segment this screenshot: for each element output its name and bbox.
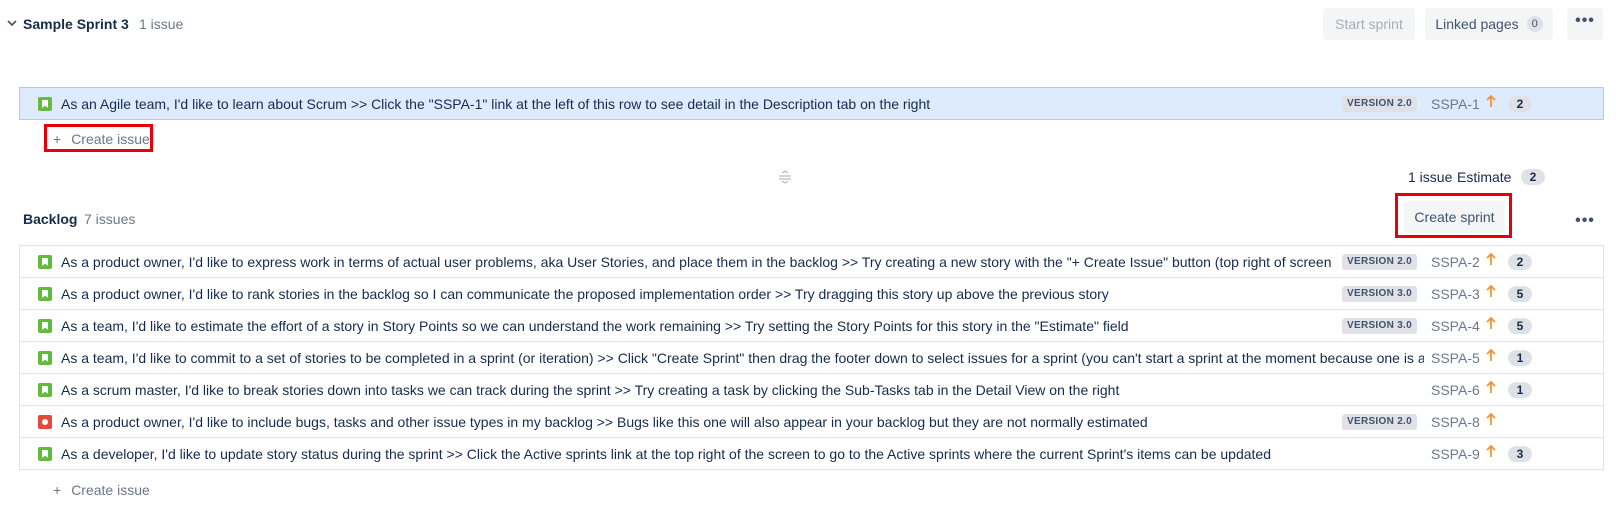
- story-points-badge: 2: [1508, 254, 1532, 270]
- issue-row[interactable]: As a team, I'd like to commit to a set o…: [19, 341, 1604, 374]
- sprint-issue-list: As an Agile team, I'd like to learn abou…: [19, 87, 1604, 120]
- issue-summary: As a product owner, I'd like to express …: [61, 254, 1331, 270]
- issue-key[interactable]: SSPA-3: [1431, 286, 1480, 302]
- priority-high-icon: [1486, 316, 1496, 329]
- issue-row[interactable]: As a product owner, I'd like to include …: [19, 405, 1604, 438]
- story-icon: [38, 97, 52, 111]
- sprint-summary-issues: 1 issue: [1408, 169, 1453, 185]
- sprint-title: Sample Sprint 3: [23, 16, 129, 32]
- bug-icon: [38, 415, 52, 429]
- priority-high-icon: [1486, 284, 1496, 297]
- issue-row[interactable]: As a team, I'd like to estimate the effo…: [19, 309, 1604, 342]
- sprint-summary-points: 2: [1521, 169, 1545, 185]
- priority-high-icon: [1486, 412, 1496, 425]
- linked-pages-count: 0: [1526, 16, 1543, 32]
- fix-version-badge: VERSION 3.0: [1342, 318, 1417, 334]
- sprint-summary-estimate-label: Estimate: [1457, 169, 1512, 185]
- story-points-badge: 1: [1508, 382, 1532, 398]
- issue-key[interactable]: SSPA-2: [1431, 254, 1480, 270]
- issue-key[interactable]: SSPA-5: [1431, 350, 1480, 366]
- issue-row[interactable]: As an Agile team, I'd like to learn abou…: [19, 87, 1604, 120]
- highlight-box: [44, 124, 153, 152]
- backlog-issue-count: 7 issues: [84, 211, 136, 227]
- story-points-badge: 1: [1508, 350, 1532, 366]
- fix-version-badge: VERSION 2.0: [1342, 254, 1417, 270]
- backlog-title: Backlog: [23, 211, 78, 227]
- story-icon: [38, 255, 52, 269]
- story-icon: [38, 447, 52, 461]
- story-icon: [38, 383, 52, 397]
- more-icon: •••: [1575, 212, 1595, 229]
- story-icon: [38, 319, 52, 333]
- priority-high-icon: [1486, 444, 1496, 457]
- linked-pages-label: Linked pages: [1435, 16, 1519, 32]
- backlog-create-issue-button[interactable]: + Create issue: [53, 482, 150, 498]
- issue-summary: As a product owner, I'd like to rank sto…: [61, 286, 1109, 302]
- issue-summary: As a developer, I'd like to update story…: [61, 446, 1272, 462]
- chevron-down-icon[interactable]: [6, 17, 18, 29]
- create-issue-label: Create issue: [71, 482, 150, 498]
- issue-key[interactable]: SSPA-8: [1431, 414, 1480, 430]
- more-icon: •••: [1575, 12, 1595, 29]
- fix-version-badge: VERSION 2.0: [1342, 414, 1417, 430]
- sprint-more-button[interactable]: •••: [1567, 8, 1603, 40]
- fix-version-badge: VERSION 2.0: [1342, 96, 1417, 112]
- story-points-badge: 2: [1508, 96, 1532, 112]
- issue-key[interactable]: SSPA-6: [1431, 382, 1480, 398]
- backlog-more-button[interactable]: •••: [1567, 208, 1603, 240]
- priority-high-icon: [1486, 348, 1496, 361]
- priority-high-icon: [1486, 380, 1496, 393]
- sprint-issue-count: 1 issue: [139, 16, 184, 32]
- issue-row[interactable]: As a product owner, I'd like to rank sto…: [19, 277, 1604, 310]
- issue-summary: As an Agile team, I'd like to learn abou…: [61, 96, 931, 112]
- story-points-badge: 3: [1508, 446, 1532, 462]
- highlight-box: [1395, 193, 1512, 238]
- issue-summary: As a product owner, I'd like to include …: [61, 414, 1148, 430]
- issue-key[interactable]: SSPA-1: [1431, 96, 1480, 112]
- issue-key[interactable]: SSPA-4: [1431, 318, 1480, 334]
- issue-key[interactable]: SSPA-9: [1431, 446, 1480, 462]
- plus-icon: +: [53, 482, 62, 498]
- issue-summary: As a scrum master, I'd like to break sto…: [61, 382, 1120, 398]
- issue-row[interactable]: As a product owner, I'd like to express …: [19, 245, 1604, 278]
- story-icon: [38, 287, 52, 301]
- story-icon: [38, 351, 52, 365]
- issue-summary: As a team, I'd like to commit to a set o…: [61, 350, 1424, 366]
- start-sprint-button[interactable]: Start sprint: [1323, 8, 1415, 40]
- drag-handle-icon[interactable]: [778, 170, 792, 184]
- priority-high-icon: [1486, 94, 1496, 107]
- fix-version-badge: VERSION 3.0: [1342, 286, 1417, 302]
- sprint-header: Sample Sprint 3 1 issue Start sprint Lin…: [0, 0, 1616, 50]
- story-points-badge: 5: [1508, 286, 1532, 302]
- issue-row[interactable]: As a scrum master, I'd like to break sto…: [19, 373, 1604, 406]
- priority-high-icon: [1486, 252, 1496, 265]
- story-points-badge: 5: [1508, 318, 1532, 334]
- linked-pages-button[interactable]: Linked pages 0: [1425, 8, 1553, 40]
- issue-summary: As a team, I'd like to estimate the effo…: [61, 318, 1129, 334]
- issue-row[interactable]: As a developer, I'd like to update story…: [19, 437, 1604, 470]
- backlog-issue-list: As a product owner, I'd like to express …: [19, 245, 1604, 470]
